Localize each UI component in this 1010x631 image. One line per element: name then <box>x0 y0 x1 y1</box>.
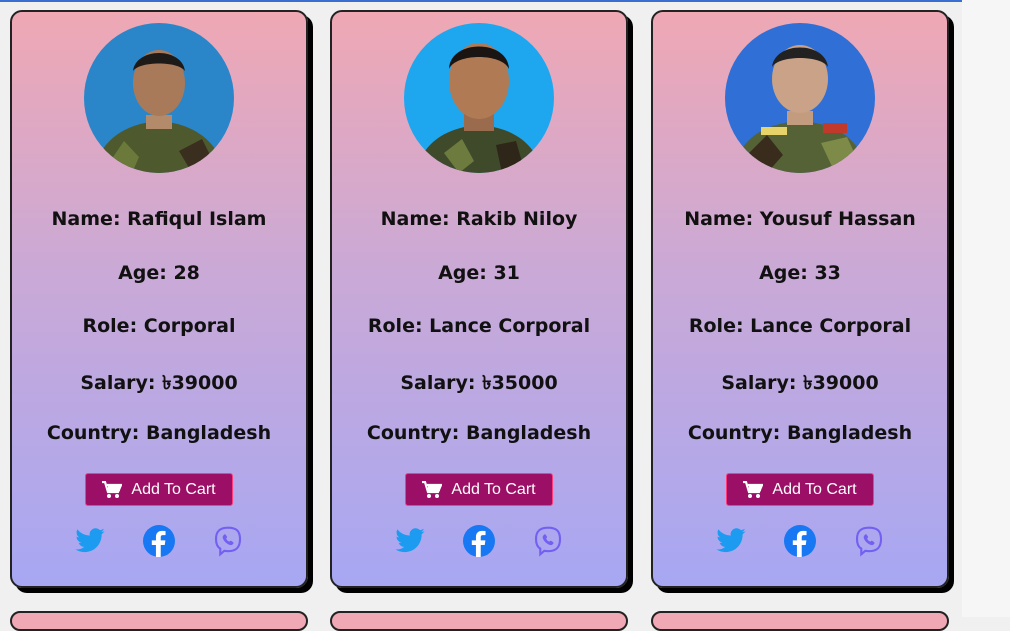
add-to-cart-label: Add To Cart <box>451 480 536 498</box>
employee-name: Name: Rafiqul Islam <box>51 208 267 230</box>
add-to-cart-button[interactable]: Add To Cart <box>726 473 874 506</box>
employee-salary: Salary: ৳35000 <box>400 372 558 394</box>
twitter-icon[interactable] <box>394 525 426 557</box>
avatar <box>725 23 875 173</box>
cart-icon <box>102 480 123 498</box>
employee-role: Role: Lance Corporal <box>367 315 591 337</box>
employee-age: Age: 31 <box>438 262 520 284</box>
facebook-icon[interactable] <box>143 525 175 557</box>
employee-name: Name: Rakib Niloy <box>380 208 578 230</box>
top-border <box>0 0 1010 2</box>
next-row-card-edge <box>10 611 308 631</box>
employee-card: Name: Rafiqul Islam Age: 28 Role: Corpor… <box>10 10 308 588</box>
page-margin <box>962 0 1010 617</box>
facebook-icon[interactable] <box>463 525 495 557</box>
add-to-cart-button[interactable]: Add To Cart <box>85 473 233 506</box>
twitter-icon[interactable] <box>715 525 747 557</box>
facebook-icon[interactable] <box>784 525 816 557</box>
avatar <box>84 23 234 173</box>
employee-country: Country: Bangladesh <box>46 422 272 444</box>
employee-role: Role: Corporal <box>82 315 236 337</box>
employee-age: Age: 28 <box>118 262 200 284</box>
employee-country: Country: Bangladesh <box>687 422 913 444</box>
next-row-card-edge <box>330 611 628 631</box>
add-to-cart-label: Add To Cart <box>131 480 216 498</box>
add-to-cart-button[interactable]: Add To Cart <box>405 473 553 506</box>
twitter-icon[interactable] <box>74 525 106 557</box>
employee-card: Name: Rakib Niloy Age: 31 Role: Lance Co… <box>330 10 628 588</box>
employee-role: Role: Lance Corporal <box>688 315 912 337</box>
employee-country: Country: Bangladesh <box>366 422 592 444</box>
cart-icon <box>422 480 443 498</box>
viber-icon[interactable] <box>532 525 564 557</box>
cart-icon <box>743 480 764 498</box>
next-row-card-edge <box>651 611 949 631</box>
add-to-cart-label: Add To Cart <box>772 480 857 498</box>
employee-card: Name: Yousuf Hassan Age: 33 Role: Lance … <box>651 10 949 588</box>
viber-icon[interactable] <box>853 525 885 557</box>
employee-salary: Salary: ৳39000 <box>80 372 238 394</box>
employee-salary: Salary: ৳39000 <box>721 372 879 394</box>
employee-name: Name: Yousuf Hassan <box>684 208 916 230</box>
employee-age: Age: 33 <box>759 262 841 284</box>
viber-icon[interactable] <box>212 525 244 557</box>
avatar <box>404 23 554 173</box>
